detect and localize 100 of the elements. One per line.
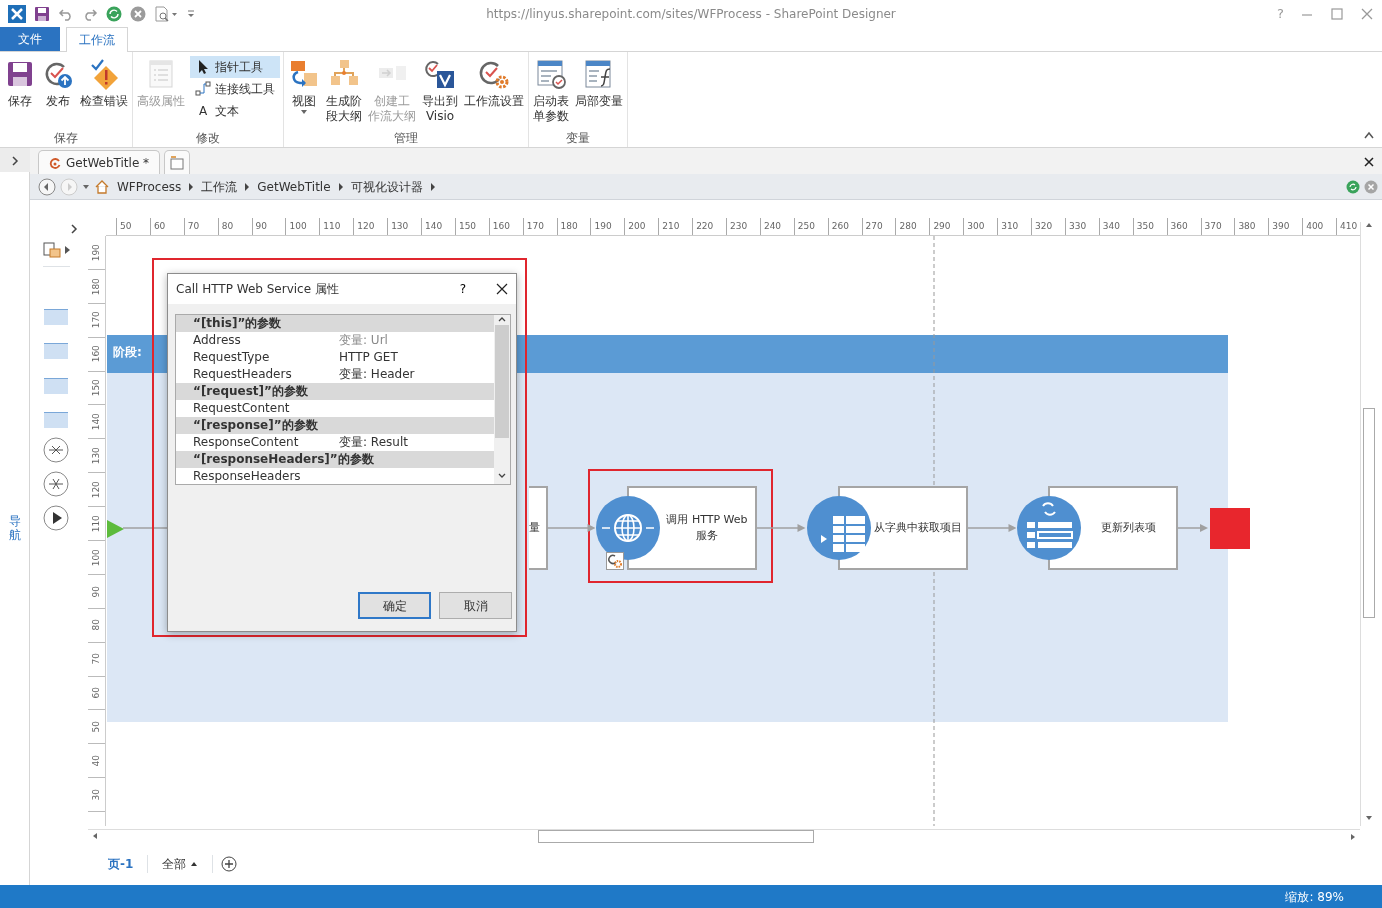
scroll-down-icon[interactable]	[1364, 814, 1373, 821]
form-icon	[535, 58, 567, 90]
warning-icon	[88, 58, 120, 90]
parameter-name[interactable]: Address	[176, 332, 339, 349]
stage-shape-icon[interactable]	[44, 411, 68, 429]
stop-icon[interactable]	[130, 6, 146, 22]
globe-icon	[596, 496, 660, 560]
section-header: “[responseHeaders]”的参数	[176, 451, 494, 468]
stage-shape-icon[interactable]	[44, 376, 68, 395]
redo-icon[interactable]	[82, 6, 98, 22]
breadcrumb-separator-icon[interactable]	[244, 182, 251, 191]
branch-icon[interactable]	[43, 471, 69, 497]
back-icon[interactable]	[38, 177, 56, 196]
breadcrumb-separator-icon[interactable]	[337, 182, 344, 191]
branch-icon[interactable]	[43, 437, 69, 463]
help-button[interactable]: ?	[453, 279, 472, 299]
ruler-label: 120	[357, 221, 375, 231]
scroll-left-icon[interactable]	[92, 832, 98, 840]
parameter-name[interactable]: RequestType	[176, 349, 339, 366]
ruler-label: 380	[1238, 221, 1256, 231]
parameter-value[interactable]: 变量: Result	[339, 434, 408, 451]
tool-button[interactable]: 连接线工具	[190, 78, 280, 100]
connector-arrow	[546, 523, 595, 533]
stop-icon[interactable]	[1364, 179, 1378, 194]
scroll-right-icon[interactable]	[1350, 832, 1356, 841]
ruler-label: 180	[560, 221, 578, 231]
breadcrumb-link[interactable]: WFProcess	[114, 177, 185, 196]
ruler-label: 50	[120, 221, 132, 231]
scroll-down-icon[interactable]	[498, 471, 506, 480]
ruler-label: 170	[526, 221, 544, 231]
ribbon-button[interactable]: 工作流设置	[463, 56, 525, 111]
ruler-label: 160	[492, 221, 510, 231]
undo-icon[interactable]	[58, 6, 74, 22]
dropdown-icon[interactable]	[82, 183, 90, 190]
parameter-value[interactable]: HTTP GET	[339, 349, 398, 366]
breadcrumb-link[interactable]: 工作流	[198, 177, 241, 196]
ribbon-button[interactable]: 启动表 单参数	[532, 56, 570, 126]
parameter-value[interactable]: 变量: Url	[339, 332, 388, 349]
save-icon[interactable]	[34, 6, 50, 22]
parameter-name[interactable]: ResponseHeaders	[176, 468, 339, 485]
group-label: 保存	[54, 131, 78, 145]
page-tab[interactable]: 页-1	[102, 854, 140, 873]
refresh-icon[interactable]	[1346, 179, 1360, 194]
ribbon-button[interactable]: 生成阶 段大纲	[325, 56, 363, 126]
breadcrumb-separator-icon[interactable]	[429, 182, 436, 191]
ruler-label: 370	[1204, 221, 1222, 231]
ruler-label: 110	[89, 514, 102, 533]
ribbon-button[interactable]: 视图	[287, 56, 321, 117]
stage-shape-icon[interactable]	[44, 342, 68, 360]
ruler-label: 150	[89, 379, 102, 397]
dialog-button[interactable]: 确定	[358, 592, 431, 619]
ribbon-button[interactable]: 发布	[41, 56, 75, 111]
list-scrollbar[interactable]	[494, 315, 510, 484]
scroll-thumb[interactable]	[1362, 408, 1375, 618]
ribbon-tab[interactable]: 工作流	[66, 27, 128, 52]
all-pages-button[interactable]: 全部	[156, 854, 205, 873]
scroll-thumb[interactable]	[538, 829, 814, 843]
expand-nav-button[interactable]	[0, 148, 30, 172]
breadcrumb-link[interactable]: GetWebTitle	[254, 177, 334, 196]
parameter-name[interactable]: RequestHeaders	[176, 366, 339, 383]
ruler-label: 190	[89, 243, 102, 262]
collapse-ribbon-icon[interactable]	[1364, 131, 1374, 139]
ribbon-button[interactable]: 导出到 Visio	[421, 56, 459, 126]
ruler-label: 130	[89, 447, 102, 465]
ruler-label: 260	[831, 221, 849, 231]
document-tab[interactable]: GetWebTitle *	[38, 150, 161, 174]
ruler-label: 100	[289, 221, 307, 231]
ruler-label: 80	[89, 619, 102, 631]
ruler-label: 70	[89, 653, 102, 665]
chevron-right-icon[interactable]	[70, 224, 78, 234]
dialog-title: Call HTTP Web Service 属性	[176, 281, 339, 298]
scroll-up-icon[interactable]	[498, 315, 506, 323]
app-logo-icon[interactable]	[8, 5, 26, 23]
connector-arrow	[757, 523, 806, 533]
ribbon-button[interactable]: 检查错误	[79, 56, 129, 111]
dialog-button[interactable]: 取消	[439, 592, 512, 619]
parameter-name[interactable]: RequestContent	[176, 400, 339, 417]
preview-icon[interactable]	[154, 6, 178, 22]
scroll-thumb[interactable]	[495, 325, 509, 438]
breadcrumb-link[interactable]: 可视化设计器	[347, 177, 426, 196]
close-tab-icon[interactable]	[1364, 156, 1374, 167]
file-tab[interactable]: 文件	[0, 27, 60, 51]
close-icon[interactable]	[496, 283, 508, 295]
stage-shape-icon[interactable]	[44, 307, 68, 326]
refresh-icon[interactable]	[106, 6, 122, 22]
parameter-value[interactable]: 变量: Header	[339, 366, 415, 383]
parameter-name[interactable]: ResponseContent	[176, 434, 339, 451]
nav-pane-label[interactable]: 导航	[8, 515, 21, 542]
tool-button[interactable]: A 文本	[190, 100, 280, 122]
chevron-right-icon[interactable]	[64, 246, 70, 254]
ribbon-button[interactable]: 保存	[3, 56, 37, 111]
play-icon[interactable]	[43, 505, 69, 531]
breadcrumb-separator-icon[interactable]	[188, 182, 195, 191]
connector-icon	[195, 81, 211, 97]
section-header: “[this]”的参数	[176, 315, 494, 332]
add-page-icon[interactable]	[221, 855, 238, 872]
ruler-label: 90	[255, 221, 267, 231]
tool-button[interactable]: 指针工具	[190, 56, 280, 78]
ribbon-button[interactable]: 局部变量	[574, 56, 624, 111]
scroll-up-icon[interactable]	[1364, 222, 1373, 228]
